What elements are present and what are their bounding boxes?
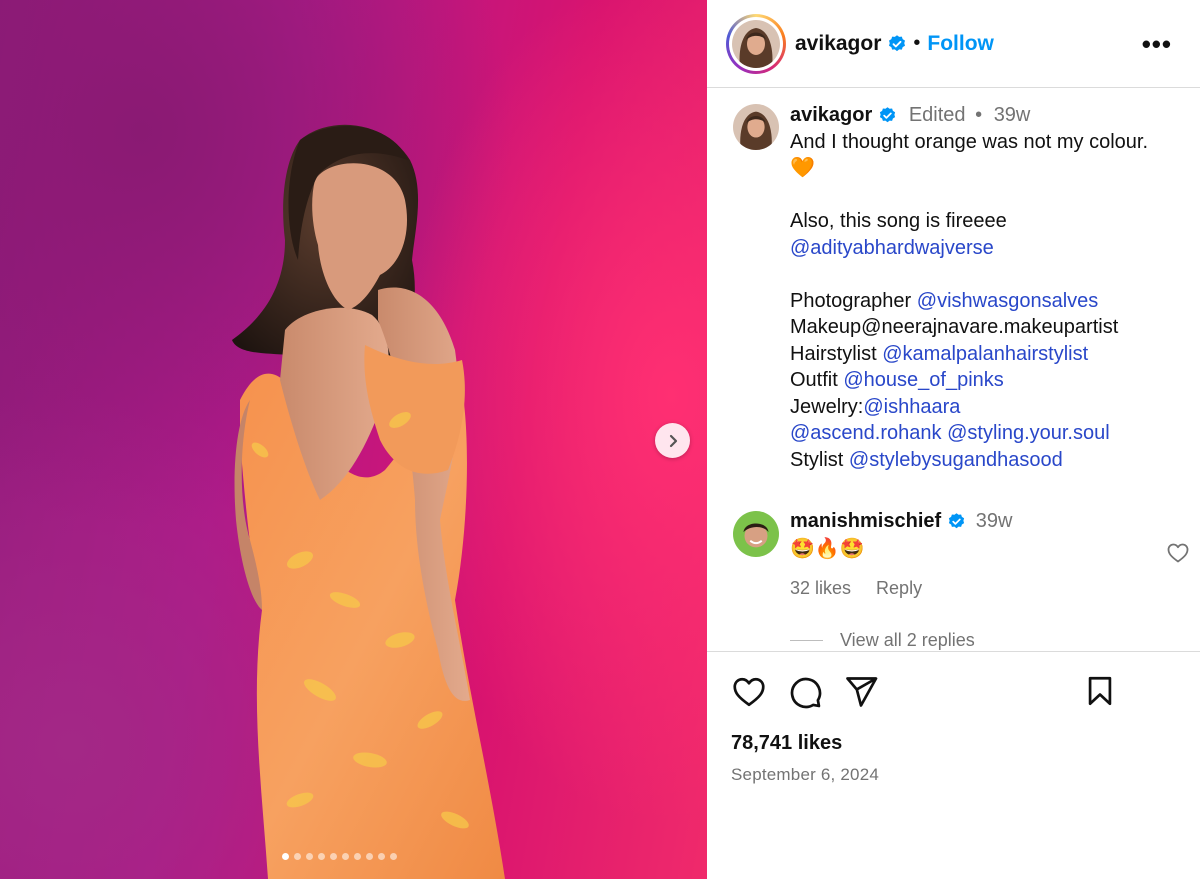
caption-line: And I thought orange was not my colour. — [790, 130, 1148, 153]
caption-text: avikagor Edited • 39w And I thought oran… — [790, 102, 1200, 473]
edited-label: Edited — [908, 104, 966, 126]
mention-link[interactable]: @vishwasgonsalves — [917, 290, 1099, 312]
mention-link[interactable]: @house_of_pinks — [843, 369, 1003, 391]
view-replies-button[interactable]: View all 2 replies — [790, 630, 975, 651]
orange-heart-emoji: 🧡 — [790, 157, 815, 179]
verified-badge-icon — [889, 34, 906, 51]
comment-age[interactable]: 39w — [976, 510, 1013, 532]
paper-plane-icon — [846, 677, 878, 707]
verified-badge-icon — [949, 513, 965, 529]
post-photo — [0, 0, 707, 879]
comment-item: manishmischief 39w 🤩🔥🤩 32 likes Reply — [733, 508, 1189, 602]
comment-bubble-icon — [790, 677, 822, 709]
carousel-indicator — [282, 853, 397, 860]
mention-link[interactable]: @stylebysugandhasood — [849, 449, 1063, 471]
caption-avatar[interactable] — [733, 104, 779, 150]
commenter-username[interactable]: manishmischief — [790, 510, 941, 532]
carousel-dot — [342, 853, 349, 860]
verified-badge-icon — [880, 107, 896, 123]
carousel-dot — [366, 853, 373, 860]
author-username[interactable]: avikagor — [795, 32, 881, 56]
carousel-dot — [318, 853, 325, 860]
carousel-dot — [282, 853, 289, 860]
reply-button[interactable]: Reply — [876, 578, 922, 598]
post-date[interactable]: September 6, 2024 — [731, 765, 1200, 785]
comment-likes[interactable]: 32 likes — [790, 578, 851, 598]
caption-username[interactable]: avikagor — [790, 104, 872, 126]
mention-link[interactable]: @adityabhardwajverse — [790, 237, 994, 259]
carousel-dot — [294, 853, 301, 860]
caption-age[interactable]: 39w — [994, 104, 1031, 126]
share-button[interactable] — [843, 674, 879, 710]
carousel-dot — [390, 853, 397, 860]
meta-separator: • — [975, 104, 983, 126]
post-actions-footer: 78,741 likes September 6, 2024 — [707, 651, 1200, 785]
like-button[interactable] — [731, 674, 767, 710]
carousel-dot — [330, 853, 337, 860]
likes-count[interactable]: 78,741 likes — [731, 732, 1200, 755]
view-replies-label[interactable]: View all 2 replies — [840, 630, 975, 651]
carousel-dot — [354, 853, 361, 860]
carousel-dot — [378, 853, 385, 860]
credit-label: Jewelry: — [790, 395, 864, 418]
credit-label: Hairstylist — [790, 342, 877, 365]
caption-meta-row: avikagor Edited • 39w — [790, 102, 1200, 129]
credit-label: Stylist — [790, 448, 844, 471]
caption-line: Also, this song is fireeee — [790, 210, 1007, 232]
avatar — [732, 19, 780, 68]
comment-like-heart-icon[interactable] — [1166, 541, 1190, 565]
replies-divider — [790, 640, 823, 641]
mention-link[interactable]: @kamalpalanhairstylist — [882, 343, 1088, 365]
chevron-right-icon — [669, 434, 677, 447]
next-slide-button[interactable] — [655, 423, 690, 458]
comment-button[interactable] — [787, 674, 823, 710]
mention-link[interactable]: @styling.your.soul — [947, 422, 1110, 444]
header-separator: • — [913, 32, 921, 54]
makeup-credit: Makeup@neerajnavare.makeupartist — [790, 316, 1119, 338]
heart-icon — [733, 677, 765, 707]
photo-figure-illustration — [232, 124, 505, 879]
comment-text: 🤩🔥🤩 — [790, 538, 865, 560]
credit-label: Outfit — [790, 369, 838, 391]
credit-label: Photographer — [790, 289, 912, 312]
author-avatar-story-ring[interactable] — [726, 13, 786, 74]
commenter-avatar[interactable] — [733, 511, 779, 557]
post-header: avikagor • Follow ••• — [707, 0, 1200, 88]
carousel-dot — [306, 853, 313, 860]
mention-link[interactable]: @ishhaara — [863, 396, 960, 418]
mention-link[interactable]: @ascend.rohank — [790, 422, 942, 444]
save-button[interactable] — [1083, 674, 1117, 713]
more-options-icon[interactable]: ••• — [1142, 29, 1172, 60]
post-details-panel: avikagor • Follow ••• avikagor Edited • … — [707, 0, 1200, 879]
bookmark-icon — [1088, 676, 1112, 706]
follow-button[interactable]: Follow — [927, 32, 994, 56]
